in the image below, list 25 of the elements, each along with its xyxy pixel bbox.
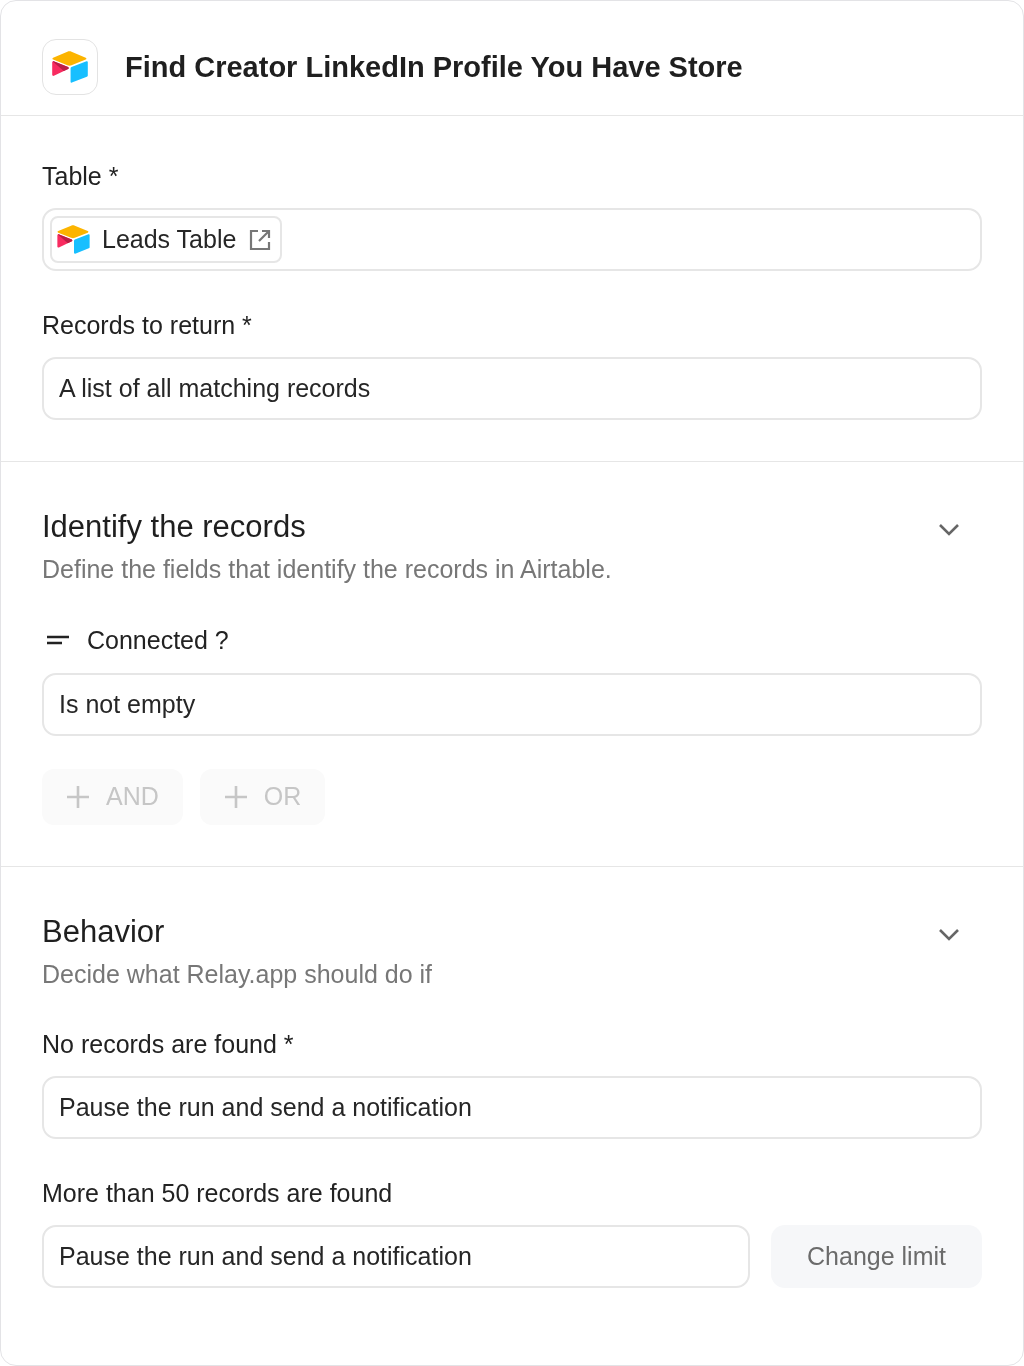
cube-logo-icon: [57, 225, 90, 254]
plus-icon: [223, 785, 248, 809]
condition-select-field[interactable]: Is not empty: [42, 673, 982, 736]
panel-title: Find Creator LinkedIn Profile You Have Store: [125, 50, 743, 85]
section-description: Define the fields that identify the records in Airtable.: [42, 554, 612, 585]
select-field[interactable]: A list of all matching records: [42, 357, 982, 420]
cube-logo-icon: [42, 39, 98, 95]
section-heading: Behavior: [42, 914, 166, 950]
chevron-down-icon[interactable]: [938, 523, 960, 536]
field-label: More than 50 records are found: [42, 1178, 394, 1209]
select-field[interactable]: Pause the run and send a notification: [42, 1076, 982, 1139]
chevron-down-icon[interactable]: [938, 928, 960, 941]
section-description: Decide what Relay.app should do if: [42, 959, 433, 990]
select-field[interactable]: Pause the run and send a notification: [42, 1225, 750, 1288]
table-select-field[interactable]: Leads Table: [42, 208, 982, 271]
field-label: Records to return *: [42, 310, 253, 341]
condition-field-label: Connected ?: [87, 625, 229, 656]
field-label: No records are found *: [42, 1029, 295, 1060]
section-heading: Identify the records: [42, 509, 307, 545]
external-link-icon[interactable]: [248, 227, 273, 252]
table-chip[interactable]: Leads Table: [50, 216, 283, 263]
change-limit-button[interactable]: Change limit: [771, 1225, 982, 1288]
lines-icon: [47, 635, 69, 645]
plus-icon: [66, 785, 90, 809]
field-label: Table *: [42, 161, 120, 192]
